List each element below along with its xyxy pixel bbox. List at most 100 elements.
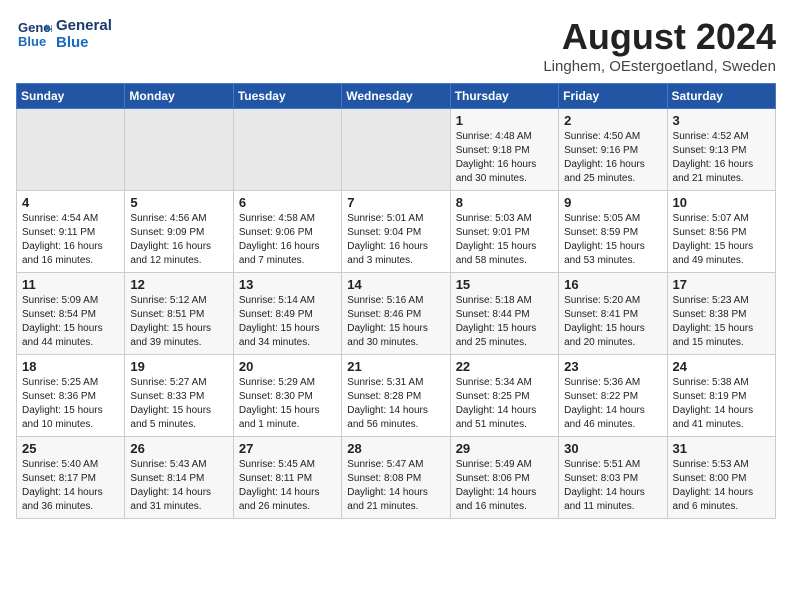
calendar-cell: 3 Sunrise: 4:52 AM Sunset: 9:13 PM Daylig… — [667, 109, 775, 191]
day-number: 10 — [673, 195, 770, 210]
day-number: 21 — [347, 359, 444, 374]
logo-blue: Blue — [56, 34, 112, 51]
calendar-cell: 15Sunrise: 5:18 AM Sunset: 8:44 PM Dayli… — [450, 273, 558, 355]
cell-content: Sunrise: 5:27 AM Sunset: 8:33 PM Dayligh… — [130, 376, 227, 432]
calendar-cell: 18 Sunrise: 5:25 AM Sunset: 8:36 PM Dayli… — [17, 355, 125, 437]
day-number: 14 — [347, 277, 444, 292]
cell-content: Sunrise: 5:49 AM Sunset: 8:06 PM Dayligh… — [456, 458, 553, 514]
day-number: 29 — [456, 441, 553, 456]
cell-content: Sunrise: 5:47 AM Sunset: 8:08 PM Dayligh… — [347, 458, 444, 514]
day-number: 23 — [564, 359, 661, 374]
cell-content: Sunrise: 5:23 AM Sunset: 8:38 PM Dayligh… — [673, 294, 770, 350]
calendar-cell: 1 Sunrise: 4:48 AM Sunset: 9:18 PM Daylig… — [450, 109, 558, 191]
logo-icon: General Blue — [16, 16, 52, 52]
calendar-cell: 4 Sunrise: 4:54 AM Sunset: 9:11 PM Daylig… — [17, 191, 125, 273]
calendar-cell: 7 Sunrise: 5:01 AM Sunset: 9:04 PM Daylig… — [342, 191, 450, 273]
day-number: 9 — [564, 195, 661, 210]
location: Linghem, OEstergoetland, Sweden — [543, 58, 776, 75]
day-number: 27 — [239, 441, 336, 456]
cell-content: Sunrise: 5:03 AM Sunset: 9:01 PM Dayligh… — [456, 212, 553, 268]
day-number: 24 — [673, 359, 770, 374]
title-block: August 2024 Linghem, OEstergoetland, Swe… — [543, 16, 776, 75]
cell-content: Sunrise: 5:12 AM Sunset: 8:51 PM Dayligh… — [130, 294, 227, 350]
calendar-cell: 13Sunrise: 5:14 AM Sunset: 8:49 PM Dayli… — [233, 273, 341, 355]
cell-content: Sunrise: 5:01 AM Sunset: 9:04 PM Dayligh… — [347, 212, 444, 268]
calendar-cell — [125, 109, 233, 191]
cell-content: Sunrise: 4:50 AM Sunset: 9:16 PM Dayligh… — [564, 130, 661, 186]
calendar-cell: 25Sunrise: 5:40 AM Sunset: 8:17 PM Dayli… — [17, 437, 125, 519]
cell-content: Sunrise: 4:48 AM Sunset: 9:18 PM Dayligh… — [456, 130, 553, 186]
calendar-week-row: 4 Sunrise: 4:54 AM Sunset: 9:11 PM Daylig… — [17, 191, 776, 273]
page-header: General Blue General Blue August 2024 Li… — [16, 16, 776, 75]
day-number: 13 — [239, 277, 336, 292]
cell-content: Sunrise: 5:31 AM Sunset: 8:28 PM Dayligh… — [347, 376, 444, 432]
weekday-header: Tuesday — [233, 84, 341, 109]
calendar-cell: 20Sunrise: 5:29 AM Sunset: 8:30 PM Dayli… — [233, 355, 341, 437]
calendar-week-row: 18 Sunrise: 5:25 AM Sunset: 8:36 PM Dayli… — [17, 355, 776, 437]
calendar-cell: 31Sunrise: 5:53 AM Sunset: 8:00 PM Dayli… — [667, 437, 775, 519]
calendar-cell: 14 Sunrise: 5:16 AM Sunset: 8:46 PM Dayli… — [342, 273, 450, 355]
day-number: 26 — [130, 441, 227, 456]
calendar-cell: 19 Sunrise: 5:27 AM Sunset: 8:33 PM Dayli… — [125, 355, 233, 437]
day-number: 6 — [239, 195, 336, 210]
weekday-header-row: SundayMondayTuesdayWednesdayThursdayFrid… — [17, 84, 776, 109]
cell-content: Sunrise: 5:34 AM Sunset: 8:25 PM Dayligh… — [456, 376, 553, 432]
day-number: 17 — [673, 277, 770, 292]
calendar-cell: 5 Sunrise: 4:56 AM Sunset: 9:09 PM Daylig… — [125, 191, 233, 273]
calendar-cell: 16Sunrise: 5:20 AM Sunset: 8:41 PM Dayli… — [559, 273, 667, 355]
calendar-cell: 9 Sunrise: 5:05 AM Sunset: 8:59 PM Daylig… — [559, 191, 667, 273]
calendar-cell: 6 Sunrise: 4:58 AM Sunset: 9:06 PM Daylig… — [233, 191, 341, 273]
day-number: 11 — [22, 277, 119, 292]
cell-content: Sunrise: 5:05 AM Sunset: 8:59 PM Dayligh… — [564, 212, 661, 268]
cell-content: Sunrise: 5:51 AM Sunset: 8:03 PM Dayligh… — [564, 458, 661, 514]
cell-content: Sunrise: 5:40 AM Sunset: 8:17 PM Dayligh… — [22, 458, 119, 514]
day-number: 28 — [347, 441, 444, 456]
cell-content: Sunrise: 5:45 AM Sunset: 8:11 PM Dayligh… — [239, 458, 336, 514]
calendar-cell: 26Sunrise: 5:43 AM Sunset: 8:14 PM Dayli… — [125, 437, 233, 519]
month-year: August 2024 — [543, 16, 776, 58]
calendar-cell: 23 Sunrise: 5:36 AM Sunset: 8:22 PM Dayli… — [559, 355, 667, 437]
cell-content: Sunrise: 5:18 AM Sunset: 8:44 PM Dayligh… — [456, 294, 553, 350]
logo: General Blue General Blue — [16, 16, 112, 52]
cell-content: Sunrise: 4:54 AM Sunset: 9:11 PM Dayligh… — [22, 212, 119, 268]
day-number: 3 — [673, 113, 770, 128]
calendar-week-row: 25Sunrise: 5:40 AM Sunset: 8:17 PM Dayli… — [17, 437, 776, 519]
day-number: 5 — [130, 195, 227, 210]
calendar-cell: 11Sunrise: 5:09 AM Sunset: 8:54 PM Dayli… — [17, 273, 125, 355]
day-number: 4 — [22, 195, 119, 210]
calendar-cell: 28 Sunrise: 5:47 AM Sunset: 8:08 PM Dayli… — [342, 437, 450, 519]
day-number: 2 — [564, 113, 661, 128]
calendar-cell: 24 Sunrise: 5:38 AM Sunset: 8:19 PM Dayli… — [667, 355, 775, 437]
day-number: 30 — [564, 441, 661, 456]
day-number: 19 — [130, 359, 227, 374]
calendar-cell: 27 Sunrise: 5:45 AM Sunset: 8:11 PM Dayli… — [233, 437, 341, 519]
calendar-cell: 30 Sunrise: 5:51 AM Sunset: 8:03 PM Dayli… — [559, 437, 667, 519]
cell-content: Sunrise: 4:52 AM Sunset: 9:13 PM Dayligh… — [673, 130, 770, 186]
calendar-cell: 29 Sunrise: 5:49 AM Sunset: 8:06 PM Dayli… — [450, 437, 558, 519]
calendar-week-row: 11Sunrise: 5:09 AM Sunset: 8:54 PM Dayli… — [17, 273, 776, 355]
cell-content: Sunrise: 5:16 AM Sunset: 8:46 PM Dayligh… — [347, 294, 444, 350]
cell-content: Sunrise: 5:20 AM Sunset: 8:41 PM Dayligh… — [564, 294, 661, 350]
calendar-cell — [17, 109, 125, 191]
calendar-cell: 17 Sunrise: 5:23 AM Sunset: 8:38 PM Dayli… — [667, 273, 775, 355]
cell-content: Sunrise: 4:56 AM Sunset: 9:09 PM Dayligh… — [130, 212, 227, 268]
day-number: 7 — [347, 195, 444, 210]
calendar-cell — [342, 109, 450, 191]
calendar-cell: 8Sunrise: 5:03 AM Sunset: 9:01 PM Daylig… — [450, 191, 558, 273]
calendar-cell — [233, 109, 341, 191]
cell-content: Sunrise: 5:53 AM Sunset: 8:00 PM Dayligh… — [673, 458, 770, 514]
weekday-header: Friday — [559, 84, 667, 109]
calendar-cell: 12Sunrise: 5:12 AM Sunset: 8:51 PM Dayli… — [125, 273, 233, 355]
cell-content: Sunrise: 4:58 AM Sunset: 9:06 PM Dayligh… — [239, 212, 336, 268]
calendar-cell: 21 Sunrise: 5:31 AM Sunset: 8:28 PM Dayli… — [342, 355, 450, 437]
cell-content: Sunrise: 5:25 AM Sunset: 8:36 PM Dayligh… — [22, 376, 119, 432]
day-number: 1 — [456, 113, 553, 128]
cell-content: Sunrise: 5:38 AM Sunset: 8:19 PM Dayligh… — [673, 376, 770, 432]
calendar-table: SundayMondayTuesdayWednesdayThursdayFrid… — [16, 83, 776, 519]
cell-content: Sunrise: 5:29 AM Sunset: 8:30 PM Dayligh… — [239, 376, 336, 432]
cell-content: Sunrise: 5:36 AM Sunset: 8:22 PM Dayligh… — [564, 376, 661, 432]
weekday-header: Sunday — [17, 84, 125, 109]
day-number: 18 — [22, 359, 119, 374]
logo-general: General — [56, 17, 112, 34]
cell-content: Sunrise: 5:07 AM Sunset: 8:56 PM Dayligh… — [673, 212, 770, 268]
